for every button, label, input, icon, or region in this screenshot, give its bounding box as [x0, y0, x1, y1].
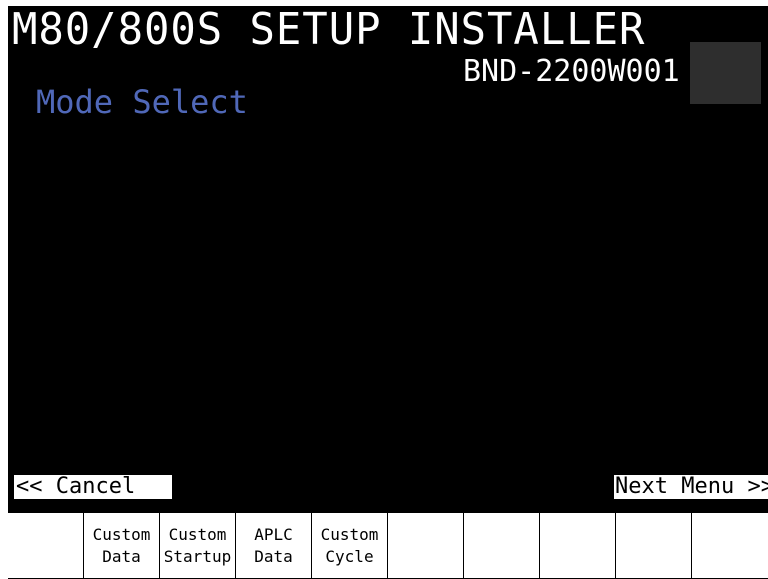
function-key-7[interactable] — [464, 513, 540, 578]
custom-cycle-key[interactable]: Custom Cycle — [312, 513, 388, 578]
aplc-data-key[interactable]: APLC Data — [236, 513, 312, 578]
version-code: BND-2200W001 — [463, 54, 680, 89]
function-key-bar: Custom Data Custom Startup APLC Data Cus… — [8, 512, 768, 579]
mode-select-heading: Mode Select — [36, 83, 248, 121]
installer-title: M80/800S SETUP INSTALLER — [12, 6, 646, 55]
status-indicator-box — [690, 42, 761, 104]
function-key-10[interactable] — [692, 513, 768, 578]
cancel-button[interactable]: << Cancel — [14, 475, 172, 499]
function-key-1[interactable] — [8, 513, 84, 578]
custom-data-key[interactable]: Custom Data — [84, 513, 160, 578]
installer-screen: M80/800S SETUP INSTALLER BND-2200W001 Mo… — [8, 6, 768, 512]
function-key-6[interactable] — [388, 513, 464, 578]
function-key-9[interactable] — [616, 513, 692, 578]
function-key-8[interactable] — [540, 513, 616, 578]
custom-startup-key[interactable]: Custom Startup — [160, 513, 236, 578]
next-menu-button[interactable]: Next Menu >> — [614, 475, 768, 499]
